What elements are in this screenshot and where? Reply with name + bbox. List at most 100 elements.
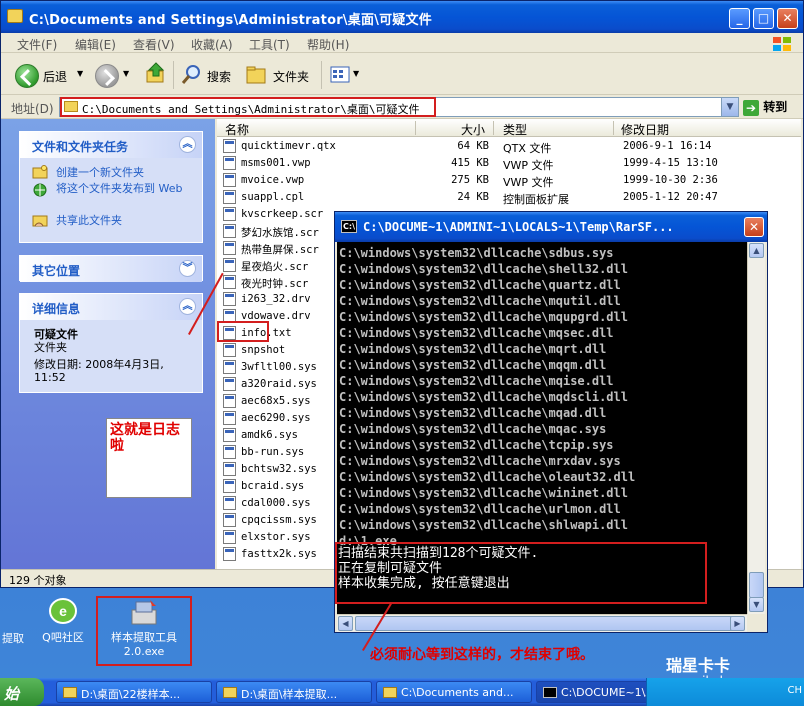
globe-icon: [33, 183, 47, 197]
scroll-up-icon[interactable]: ▲: [749, 243, 764, 258]
file-row[interactable]: quicktimevr.qtx 64 KB QTX 文件 2006-9-1 16:14: [221, 138, 801, 155]
file-row[interactable]: msms001.vwp 415 KB VWP 文件 1999-4-15 13:10: [221, 155, 801, 172]
log-annotation: 这就是日志啦: [106, 418, 192, 498]
console-line: C:\windows\system32\dllcache\mqrt.dll: [339, 342, 607, 356]
cmd-close-button[interactable]: ✕: [744, 217, 764, 237]
cmd-vertical-scrollbar[interactable]: ▲ ▼: [747, 242, 765, 614]
folders-icon: [246, 66, 266, 84]
menu-help[interactable]: 帮助(H): [307, 36, 349, 53]
file-name: 热带鱼屏保.scr: [241, 244, 319, 256]
menu-tools[interactable]: 工具(T): [249, 36, 290, 53]
console-line: C:\windows\system32\dllcache\mqac.sys: [339, 422, 607, 436]
cmd-title: C:\DOCUME~1\ADMINI~1\LOCALS~1\Temp\RarSF…: [363, 220, 674, 234]
forward-button[interactable]: ▼: [95, 61, 135, 89]
file-icon: [223, 428, 236, 442]
task-pane: 文件和文件夹任务 ︽ 创建一个新文件夹 将这个文件夹发布到 Web 共享此文件夹…: [1, 119, 215, 569]
address-dropdown-icon[interactable]: ▼: [721, 98, 738, 116]
file-type: 控制面板扩展: [503, 193, 569, 206]
file-icon: [223, 513, 236, 527]
file-name: cpqcissm.sys: [241, 514, 317, 526]
file-modified: 1999-10-30 2:36: [623, 174, 718, 186]
task-publish-web[interactable]: 将这个文件夹发布到 Web: [20, 182, 202, 212]
file-name: kvscrkeep.scr: [241, 208, 324, 220]
panel-header[interactable]: 其它位置 ︾: [20, 256, 202, 282]
address-input[interactable]: C:\Documents and Settings\Administrator\…: [59, 97, 739, 117]
file-name: bchtsw32.sys: [241, 463, 317, 475]
menu-bar: 文件(F) 编辑(E) 查看(V) 收藏(A) 工具(T) 帮助(H): [1, 33, 803, 53]
file-row[interactable]: mvoice.vwp 275 KB VWP 文件 1999-10-30 2:36: [221, 172, 801, 189]
menu-edit[interactable]: 编辑(E): [75, 36, 116, 53]
column-name[interactable]: 名称: [225, 121, 249, 138]
file-icon: [223, 156, 236, 170]
file-name: cdal000.sys: [241, 497, 311, 509]
cmd-horizontal-scrollbar[interactable]: ◀ ▶: [337, 614, 747, 632]
menu-file[interactable]: 文件(F): [17, 36, 57, 53]
file-icon: [223, 411, 236, 425]
desktop-icon-extract[interactable]: 提取: [0, 630, 28, 646]
column-size[interactable]: 大小: [461, 121, 485, 138]
file-size: 415 KB: [451, 157, 489, 169]
collapse-chevron-icon[interactable]: ︽: [179, 298, 196, 315]
qba-logo-icon: e: [49, 598, 77, 624]
file-name: 梦幻水族馆.scr: [241, 227, 319, 239]
scroll-down-icon[interactable]: ▼: [749, 597, 764, 612]
console-icon: C:\: [341, 220, 357, 233]
up-folder-button[interactable]: [145, 61, 167, 89]
panel-header[interactable]: 详细信息 ︽: [20, 294, 202, 320]
wait-annotation: 必须耐心等到这样的，才结束了哦。: [370, 647, 594, 663]
scroll-thumb[interactable]: [749, 572, 764, 598]
window-title: C:\Documents and Settings\Administrator\…: [29, 13, 432, 28]
file-icon: [223, 275, 236, 289]
system-tray: CH: [646, 678, 804, 706]
folder-icon: [63, 687, 77, 698]
go-button[interactable]: ➔ 转到: [743, 98, 787, 116]
task-share-folder[interactable]: 共享此文件夹: [20, 212, 202, 230]
start-button[interactable]: 始: [0, 678, 44, 706]
file-icon: [223, 224, 236, 238]
file-modified: 2005-1-12 20:47: [623, 191, 718, 203]
column-type[interactable]: 类型: [503, 121, 527, 138]
file-name: amdk6.sys: [241, 429, 298, 441]
file-name: suappl.cpl: [241, 191, 305, 203]
views-button[interactable]: ▼: [329, 61, 363, 89]
file-row[interactable]: suappl.cpl 24 KB 控制面板扩展 2005-1-12 20:47: [221, 189, 801, 206]
file-size: 24 KB: [457, 191, 489, 203]
desktop-icon-qba[interactable]: e Q吧社区: [36, 596, 90, 645]
cmd-titlebar[interactable]: C:\ C:\DOCUME~1\ADMINI~1\LOCALS~1\Temp\R…: [335, 212, 767, 242]
folder-icon: [223, 687, 237, 698]
column-modified[interactable]: 修改日期: [621, 121, 669, 138]
panel-header[interactable]: 文件和文件夹任务 ︽: [20, 132, 202, 158]
expand-chevron-icon[interactable]: ︾: [179, 260, 196, 277]
file-name: 夜光时钟.scr: [241, 278, 309, 290]
scan-result-highlight: [335, 542, 707, 604]
minimize-button[interactable]: _: [729, 8, 750, 29]
maximize-button[interactable]: □: [753, 8, 774, 29]
back-button[interactable]: 后退 ▼: [15, 61, 85, 89]
task-new-folder[interactable]: 创建一个新文件夹: [20, 164, 202, 182]
scroll-thumb[interactable]: [355, 616, 733, 631]
collapse-chevron-icon[interactable]: ︽: [179, 136, 196, 153]
explorer-titlebar[interactable]: C:\Documents and Settings\Administrator\…: [1, 1, 803, 33]
console-line: C:\windows\system32\dllcache\sdbus.sys: [339, 246, 614, 260]
search-icon: [181, 65, 200, 84]
close-button[interactable]: ✕: [777, 8, 798, 29]
file-icon: [223, 445, 236, 459]
menu-favorites[interactable]: 收藏(A): [191, 36, 233, 53]
taskbar-item[interactable]: D:\桌面\22楼样本...: [56, 681, 212, 703]
scroll-right-icon[interactable]: ▶: [730, 616, 745, 631]
file-name: bcraid.sys: [241, 480, 305, 492]
console-icon: [543, 687, 557, 698]
file-icon: [223, 530, 236, 544]
go-arrow-icon: ➔: [743, 99, 759, 116]
object-count: 129 个对象: [9, 574, 67, 587]
menu-view[interactable]: 查看(V): [133, 36, 175, 53]
file-name: quicktimevr.qtx: [241, 140, 336, 152]
search-button[interactable]: 搜索: [181, 61, 237, 89]
taskbar-item[interactable]: C:\Documents and...: [376, 681, 532, 703]
folders-button[interactable]: 文件夹: [245, 61, 313, 89]
file-modified: 1999-4-15 13:10: [623, 157, 718, 169]
address-bar: 地址(D) C:\Documents and Settings\Administ…: [1, 95, 803, 119]
taskbar-item[interactable]: D:\桌面\样本提取...: [216, 681, 372, 703]
scroll-left-icon[interactable]: ◀: [338, 616, 353, 631]
console-line: C:\windows\system32\dllcache\mqutil.dll: [339, 294, 621, 308]
